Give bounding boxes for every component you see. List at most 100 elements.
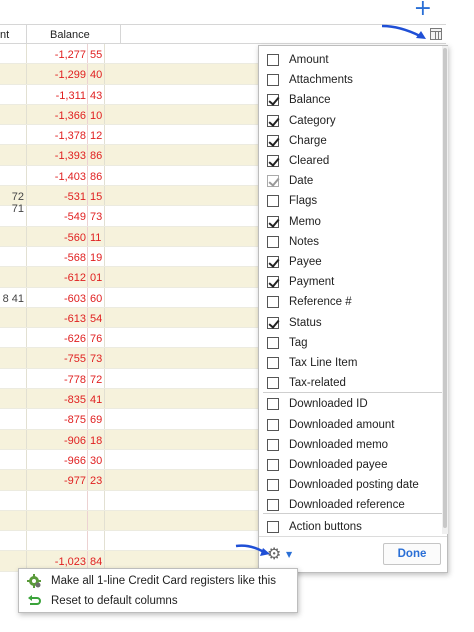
checkbox[interactable] [267,175,279,188]
checkbox[interactable] [267,316,279,329]
column-option-label: Attachments [289,74,353,87]
column-option-flags[interactable]: Flags [259,191,441,211]
column-option-label: Category [289,114,336,127]
column-chooser-icon[interactable] [430,28,442,40]
column-option-action-buttons[interactable]: Action buttons [259,517,441,537]
balance-cell-cents: 84 [90,556,103,569]
cell-divider [104,429,105,449]
column-option-label: Date [289,175,314,188]
cell-divider [104,64,105,84]
checkbox[interactable] [267,134,279,147]
checkbox[interactable] [267,459,279,471]
checkbox[interactable] [267,336,279,349]
column-option-memo[interactable]: Memo [259,212,441,232]
checkbox[interactable] [267,418,279,431]
checkbox[interactable] [267,114,279,127]
column-option-charge[interactable]: Charge [259,131,441,151]
column-option-tag[interactable]: Tag [259,333,441,353]
balance-cell-integer: -613 [63,312,86,325]
checkbox[interactable] [267,357,279,369]
column-header-balance[interactable]: Balance [50,29,90,41]
column-option-notes[interactable]: Notes [259,232,441,252]
checkbox[interactable] [267,276,279,289]
cell-divider [26,368,27,389]
cell-divider [87,64,88,84]
column-option-downloaded-memo[interactable]: Downloaded memo [259,435,441,455]
column-option-tax-related[interactable]: Tax-related [259,373,441,393]
done-button[interactable]: Done [383,543,441,565]
checkbox[interactable] [267,94,279,107]
header-divider [26,25,27,44]
column-option-payee[interactable]: Payee [259,252,441,272]
checkbox[interactable] [267,256,279,268]
cell-divider [87,490,88,510]
column-option-date[interactable]: Date [259,171,441,191]
checkbox[interactable] [267,215,279,228]
balance-cell-integer: -1,378 [54,130,86,143]
cell-divider [26,206,27,226]
plus-icon[interactable]: + [414,0,432,20]
column-option-label: Downloaded payee [289,459,388,471]
cell-divider [104,510,105,531]
column-option-cleared[interactable]: Cleared [259,151,441,171]
checkbox[interactable] [267,235,279,248]
column-option-downloaded-id[interactable]: Downloaded ID [259,394,441,414]
cell-divider [26,348,27,368]
balance-cell-integer: -1,311 [55,89,86,102]
checkbox[interactable] [267,155,279,167]
cell-divider [87,389,88,409]
balance-cell-cents: 72 [90,373,103,386]
balance-cell-cents: 15 [90,191,103,204]
amount-cell: 8 41 [2,292,24,305]
column-option-tax-line-item[interactable]: Tax Line Item [259,353,441,373]
balance-cell-cents: 86 [90,150,103,163]
cell-divider [87,470,88,490]
checkbox[interactable] [267,54,279,66]
column-chooser-popup: Amount Attachments Balance Category Charge Cl… [258,45,448,573]
balance-cell-cents: 86 [90,170,103,183]
column-option-downloaded-payee[interactable]: Downloaded payee [259,455,441,475]
cell-divider [104,226,105,246]
column-option-payment[interactable]: Payment [259,272,441,292]
checkbox[interactable] [267,74,279,87]
cell-divider [87,287,88,307]
cell-divider [87,348,88,368]
column-option-label: Payee [289,256,322,268]
balance-cell-integer: -966 [63,454,86,467]
checkbox[interactable] [267,520,279,533]
column-option-balance[interactable]: Balance [259,90,441,110]
balance-cell-integer: -603 [63,292,86,305]
column-option-status[interactable]: Status [259,313,441,333]
column-option-downloaded-amount[interactable]: Downloaded amount [259,415,441,435]
cell-divider [87,246,88,267]
cell-divider [87,429,88,449]
balance-cell-cents: 43 [90,89,103,102]
column-option-downloaded-posting-date[interactable]: Downloaded posting date [259,475,441,495]
menu-item-reset-default-columns[interactable]: Reset to default columns [19,591,297,611]
cell-divider [104,165,105,186]
column-option-amount[interactable]: Amount [259,50,441,70]
column-option-label: Tax Line Item [289,357,358,369]
popup-scrollbar-thumb[interactable] [443,48,447,528]
cell-divider [87,186,88,206]
cell-divider [26,409,27,429]
menu-item-make-all-like-this[interactable]: Make all 1-line Credit Card registers li… [19,571,297,591]
checkbox[interactable] [267,438,279,451]
checkbox[interactable] [267,479,279,492]
checkbox[interactable] [267,377,279,390]
checkbox[interactable] [267,398,279,411]
column-option-category[interactable]: Category [259,111,441,131]
checkbox[interactable] [267,296,279,309]
balance-cell-cents: 19 [90,251,103,264]
cell-divider [87,226,88,246]
gear-menu-button[interactable]: ⚙ ▼ [267,545,297,565]
chevron-down-icon: ▼ [286,550,293,559]
cell-divider [87,145,88,165]
balance-cell-integer: -778 [63,373,86,386]
column-option-attachments[interactable]: Attachments [259,70,441,90]
cell-divider [26,246,27,267]
checkbox[interactable] [267,195,279,208]
checkbox[interactable] [267,499,279,512]
column-option-reference[interactable]: Reference # [259,292,441,312]
column-header-amount-partial[interactable]: nt [0,29,26,41]
